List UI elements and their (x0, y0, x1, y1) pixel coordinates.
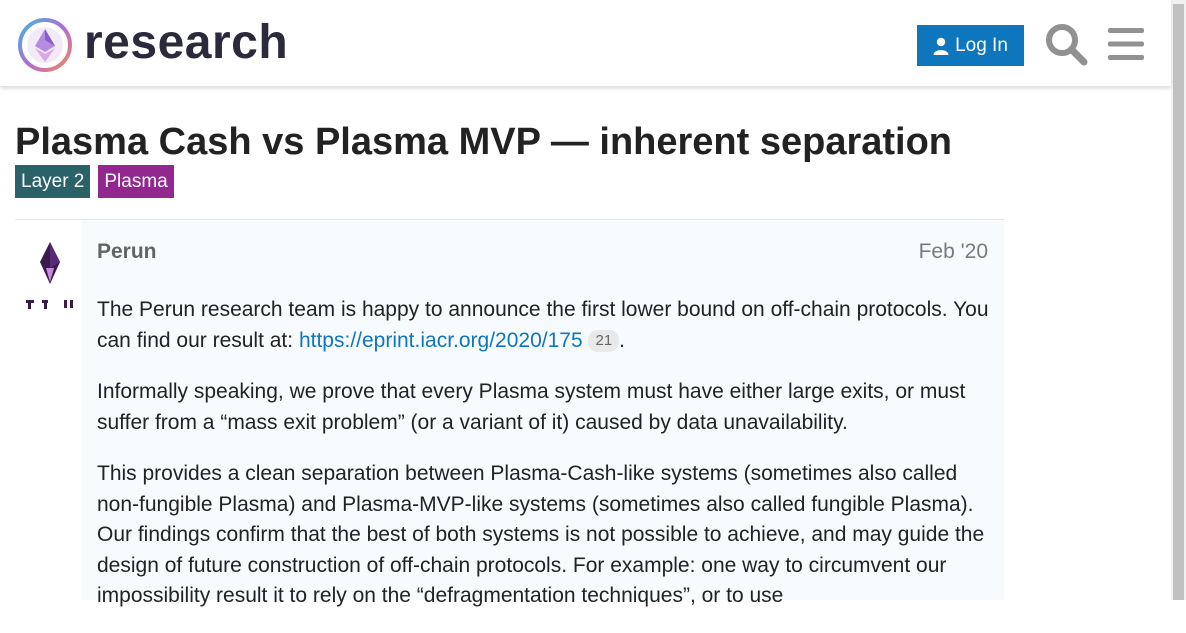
post-paragraph-end: . (619, 328, 626, 352)
site-header: research Log In (0, 0, 1171, 87)
tag-layer-2[interactable]: Layer 2 (15, 165, 91, 198)
post-paragraph: The Perun research team is happy to anno… (97, 295, 997, 356)
post-date[interactable]: Feb '20 (919, 240, 988, 264)
user-icon (933, 37, 949, 55)
post-body: The Perun research team is happy to anno… (97, 295, 997, 633)
login-button[interactable]: Log In (917, 25, 1024, 66)
link-click-count: 21 (588, 329, 620, 352)
post-paragraph: This provides a clean separation between… (97, 462, 985, 607)
eprint-link[interactable]: https://eprint.iacr.org/2020/175 (299, 329, 583, 352)
search-icon[interactable] (1044, 22, 1088, 66)
post-author[interactable]: Perun (97, 240, 157, 264)
tag-plasma[interactable]: Plasma (98, 165, 174, 198)
topic-title[interactable]: Plasma Cash vs Plasma MVP — inherent sep… (15, 120, 952, 164)
perun-avatar[interactable] (24, 238, 76, 314)
hamburger-icon[interactable] (1106, 24, 1146, 64)
site-title[interactable]: research (84, 14, 288, 72)
scrollbar-thumb[interactable] (1173, 4, 1184, 600)
topic-tags: Layer 2 Plasma (15, 165, 174, 198)
post-paragraph: Informally speaking, we prove that every… (97, 380, 966, 434)
site-logo[interactable] (16, 16, 74, 74)
login-label: Log In (955, 34, 1008, 56)
